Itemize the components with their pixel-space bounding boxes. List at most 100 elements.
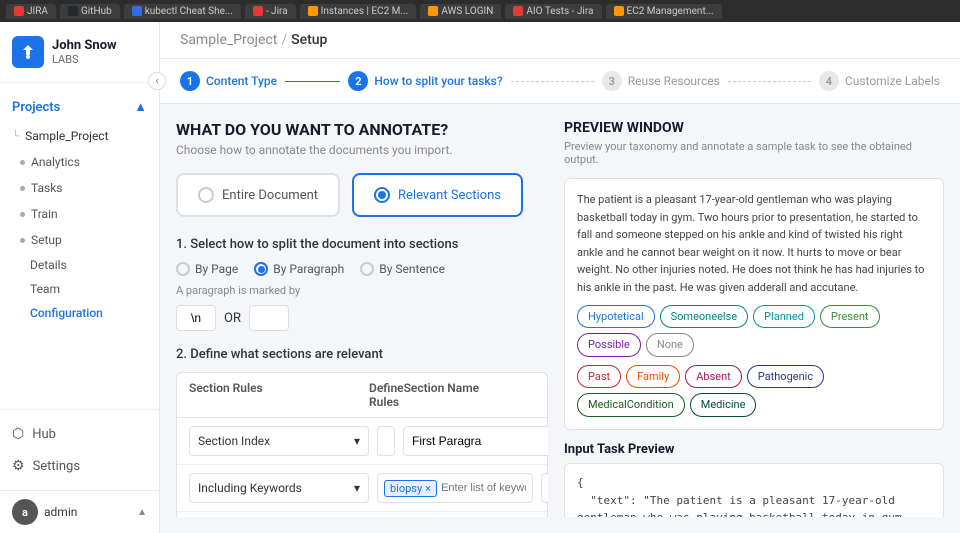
- step-label-1: Content Type: [206, 74, 277, 88]
- annotation-type-relevant[interactable]: Relevant Sections: [352, 173, 523, 217]
- section-name-input-1[interactable]: [541, 473, 548, 503]
- radio-relevant: [374, 187, 390, 203]
- section-name-input-0[interactable]: [403, 426, 548, 456]
- radio-by-sentence: [360, 262, 374, 276]
- page-header: Sample_Project / Setup: [160, 22, 960, 59]
- input-task-preview-title: Input Task Preview: [564, 442, 944, 457]
- sidebar-projects-header[interactable]: Projects ▲: [0, 91, 159, 123]
- tag-row: Hypotetical Someoneelse Planned Present …: [577, 305, 931, 357]
- keyword-input-1[interactable]: [441, 482, 526, 494]
- sidebar-subitem-details[interactable]: Details: [0, 253, 159, 277]
- stepper: 1 Content Type 2 How to split your tasks…: [160, 59, 960, 104]
- sidebar-item-analytics[interactable]: Analytics: [0, 149, 159, 175]
- col-section-rules: Section Rules: [189, 381, 369, 409]
- step-3[interactable]: 3 Reuse Resources: [602, 71, 720, 91]
- admin-label: admin: [44, 505, 77, 519]
- section-rule-select-0[interactable]: Section Index ▾: [189, 426, 369, 456]
- rules-header: Section Rules Define Rules Section Name: [177, 373, 547, 418]
- sidebar-subitem-configuration[interactable]: Configuration: [0, 301, 159, 325]
- sidebar-footer: a admin ▲: [0, 490, 159, 533]
- breadcrumb: Sample_Project / Setup: [180, 32, 327, 48]
- step-num-3: 3: [602, 71, 622, 91]
- paragraph-marker-2-input[interactable]: [249, 305, 289, 331]
- sidebar-item-tasks[interactable]: Tasks: [0, 175, 159, 201]
- chevron-down-icon: ▾: [354, 481, 360, 495]
- radio-by-paragraph: [254, 262, 268, 276]
- breadcrumb-project[interactable]: Sample_Project: [180, 32, 277, 48]
- col-section-name: Section Name: [404, 381, 548, 409]
- tag-hypotetical[interactable]: Hypotetical: [577, 305, 655, 329]
- panel-title: WHAT DO YOU WANT TO ANNOTATE?: [176, 120, 548, 139]
- logo-labs: LABS: [52, 53, 117, 66]
- step-2[interactable]: 2 How to split your tasks?: [348, 71, 502, 91]
- section-rule-select-1[interactable]: Including Keywords ▾: [189, 473, 369, 503]
- tag-absent[interactable]: Absent: [685, 365, 742, 389]
- tab-jira[interactable]: JIRA: [6, 4, 56, 19]
- step-label-2: How to split your tasks?: [374, 74, 502, 88]
- split-by-page[interactable]: By Page: [176, 262, 238, 276]
- chevron-down-icon: ▾: [354, 434, 360, 448]
- step-line-1: [285, 81, 340, 82]
- tab-kubectl[interactable]: kubectl Cheat She...: [124, 4, 241, 19]
- logo-name: John Snow: [52, 38, 117, 54]
- logo-area: John Snow LABS: [0, 22, 159, 83]
- tab-ec2[interactable]: Instances | EC2 M...: [300, 4, 417, 19]
- dot-icon: [20, 238, 25, 243]
- tag-someoneelse[interactable]: Someoneelse: [660, 305, 748, 329]
- sidebar-item-train[interactable]: Train: [0, 201, 159, 227]
- split-section-label: 1. Select how to split the document into…: [176, 237, 548, 252]
- preview-subtitle: Preview your taxonomy and annotate a sam…: [564, 140, 944, 166]
- chevron-up-icon[interactable]: ▲: [137, 507, 147, 518]
- paragraph-marker-1-input[interactable]: [176, 305, 216, 331]
- define-value-input-0[interactable]: [377, 426, 395, 456]
- table-row: Including Keywords ▾ Ray-Tec ×: [177, 512, 547, 517]
- sidebar-nav: Projects ▲ └ Sample_Project Analytics Ta…: [0, 83, 159, 409]
- sidebar-item-project[interactable]: └ Sample_Project: [0, 123, 159, 149]
- sidebar-item-hub[interactable]: ⬡ Hub: [0, 418, 159, 450]
- sidebar-bottom: ⬡ Hub ⚙ Settings: [0, 409, 159, 490]
- split-by-sentence[interactable]: By Sentence: [360, 262, 445, 276]
- step-line-2: [511, 81, 594, 82]
- tag-family[interactable]: Family: [626, 365, 680, 389]
- tab-aws[interactable]: AWS LOGIN: [420, 4, 501, 19]
- split-options: By Page By Paragraph By Sentence: [176, 262, 548, 276]
- sidebar-subitem-team[interactable]: Team: [0, 277, 159, 301]
- tab-aio[interactable]: AIO Tests - Jira: [505, 4, 601, 19]
- split-by-paragraph[interactable]: By Paragraph: [254, 262, 344, 276]
- logo-icon: [12, 36, 44, 68]
- step-1[interactable]: 1 Content Type: [180, 71, 277, 91]
- dot-icon: [20, 212, 25, 217]
- sidebar-item-setup[interactable]: Setup: [0, 227, 159, 253]
- step-num-4: 4: [819, 71, 839, 91]
- paragraph-or-label: OR: [224, 311, 241, 326]
- step-4[interactable]: 4 Customize Labels: [819, 71, 940, 91]
- radio-entire: [198, 187, 214, 203]
- sidebar: John Snow LABS Projects ▲ └ Sample_Proje…: [0, 22, 160, 533]
- tag-planned[interactable]: Planned: [753, 305, 815, 329]
- step-line-3: [728, 81, 811, 82]
- avatar: a: [12, 499, 38, 525]
- remove-keyword-biopsy[interactable]: ×: [425, 482, 431, 495]
- annotation-type-entire[interactable]: Entire Document: [176, 173, 340, 217]
- tag-pathogenic[interactable]: Pathogenic: [747, 365, 824, 389]
- input-task-json: { "text": "The patient is a pleasant 17-…: [564, 463, 944, 517]
- settings-icon: ⚙: [12, 458, 25, 474]
- tag-medical-condition[interactable]: MedicalCondition: [577, 393, 685, 417]
- tag-present[interactable]: Present: [820, 305, 880, 329]
- tag-none[interactable]: None: [646, 333, 694, 357]
- tag-medicine[interactable]: Medicine: [690, 393, 757, 417]
- browser-tab-bar: JIRA GitHub kubectl Cheat She... - Jira …: [0, 0, 960, 22]
- tag-past[interactable]: Past: [577, 365, 621, 389]
- tab-jira2[interactable]: - Jira: [245, 4, 296, 19]
- tab-ec2-mgmt[interactable]: EC2 Management...: [606, 4, 722, 19]
- paragraph-info: A paragraph is marked by: [176, 284, 548, 297]
- tab-github[interactable]: GitHub: [60, 4, 120, 19]
- annotation-types: Entire Document Relevant Sections: [176, 173, 548, 217]
- step-num-2: 2: [348, 71, 368, 91]
- hub-icon: ⬡: [12, 426, 24, 442]
- tag-possible[interactable]: Possible: [577, 333, 641, 357]
- sidebar-item-settings[interactable]: ⚙ Settings: [0, 450, 159, 482]
- table-row: Including Keywords ▾ biopsy ×: [177, 465, 547, 512]
- preview-text-box: The patient is a pleasant 17-year-old ge…: [564, 178, 944, 430]
- sidebar-collapse-button[interactable]: ‹: [148, 72, 166, 90]
